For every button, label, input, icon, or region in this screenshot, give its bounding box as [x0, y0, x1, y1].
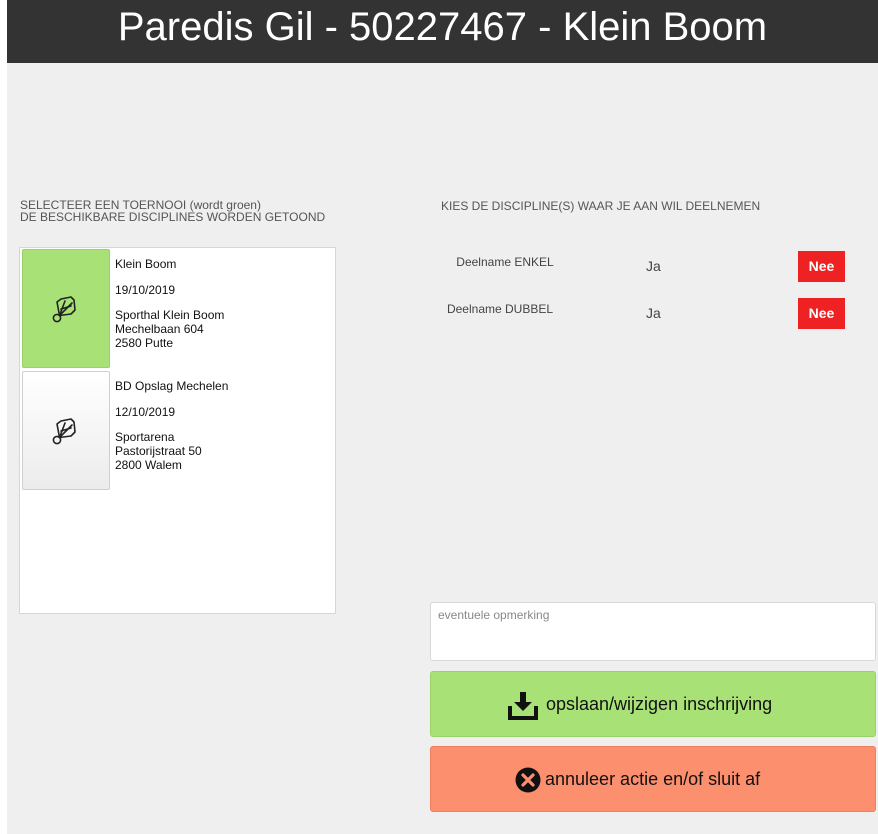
close-circle-icon	[515, 767, 541, 793]
page-title: Paredis Gil - 50227467 - Klein Boom	[117, 5, 768, 49]
discipline-no-option[interactable]: Nee	[798, 298, 845, 329]
tournament-venue: Sportarena	[115, 430, 175, 444]
tournament-list: Klein Boom 19/10/2019 Sporthal Klein Boo…	[19, 247, 336, 614]
discipline-label: Deelname DUBBEL	[446, 302, 554, 316]
shuttlecock-icon	[52, 296, 76, 323]
tournament-info: BD Opslag Mechelen 12/10/2019 Sportarena…	[115, 379, 325, 472]
discipline-row-enkel: Deelname ENKEL Ja Nee	[430, 251, 860, 283]
cancel-button-label: annuleer actie en/of sluit af	[545, 769, 761, 789]
tournament-street: Pastorijstraat 50	[115, 444, 202, 458]
tournament-card-klein-boom[interactable]: Klein Boom 19/10/2019 Sporthal Klein Boo…	[22, 249, 332, 369]
tournament-instructions: SELECTEER EEN TOERNOOI (wordt groen) DE …	[20, 199, 410, 223]
remark-input[interactable]	[430, 602, 876, 661]
instruction-line-2: DE BESCHIKBARE DISCIPLINES WORDEN GETOON…	[20, 210, 326, 224]
download-icon	[508, 692, 538, 720]
cancel-button[interactable]: annuleer actie en/of sluit af	[430, 746, 876, 812]
tournament-card-bd-opslag-mechelen[interactable]: BD Opslag Mechelen 12/10/2019 Sportarena…	[22, 371, 332, 491]
tournament-date: 12/10/2019	[115, 405, 176, 419]
discipline-yes-option[interactable]: Ja	[646, 305, 661, 321]
tournament-info: Klein Boom 19/10/2019 Sporthal Klein Boo…	[115, 257, 325, 350]
discipline-row-dubbel: Deelname DUBBEL Ja Nee	[430, 298, 860, 330]
save-registration-button[interactable]: opslaan/wijzigen inschrijving	[430, 671, 876, 737]
tournament-city: 2580 Putte	[115, 336, 174, 350]
save-button-label: opslaan/wijzigen inschrijving	[546, 694, 773, 714]
tournament-select-button[interactable]	[22, 249, 110, 368]
tournament-date: 19/10/2019	[115, 283, 176, 297]
tournament-street: Mechelbaan 604	[115, 322, 204, 336]
discipline-instructions: KIES DE DISCIPLINE(S) WAAR JE AAN WIL DE…	[441, 199, 761, 213]
tournament-name: Klein Boom	[115, 257, 177, 271]
tournament-select-button[interactable]	[22, 371, 110, 490]
tournament-venue: Sporthal Klein Boom	[115, 308, 225, 322]
tournament-name: BD Opslag Mechelen	[115, 379, 229, 393]
shuttlecock-icon	[52, 418, 76, 445]
discipline-no-option[interactable]: Nee	[798, 251, 845, 282]
discipline-yes-option[interactable]: Ja	[646, 258, 661, 274]
app-header: Paredis Gil - 50227467 - Klein Boom	[7, 0, 878, 63]
tournament-city: 2800 Walem	[115, 458, 182, 472]
discipline-label: Deelname ENKEL	[456, 255, 554, 269]
